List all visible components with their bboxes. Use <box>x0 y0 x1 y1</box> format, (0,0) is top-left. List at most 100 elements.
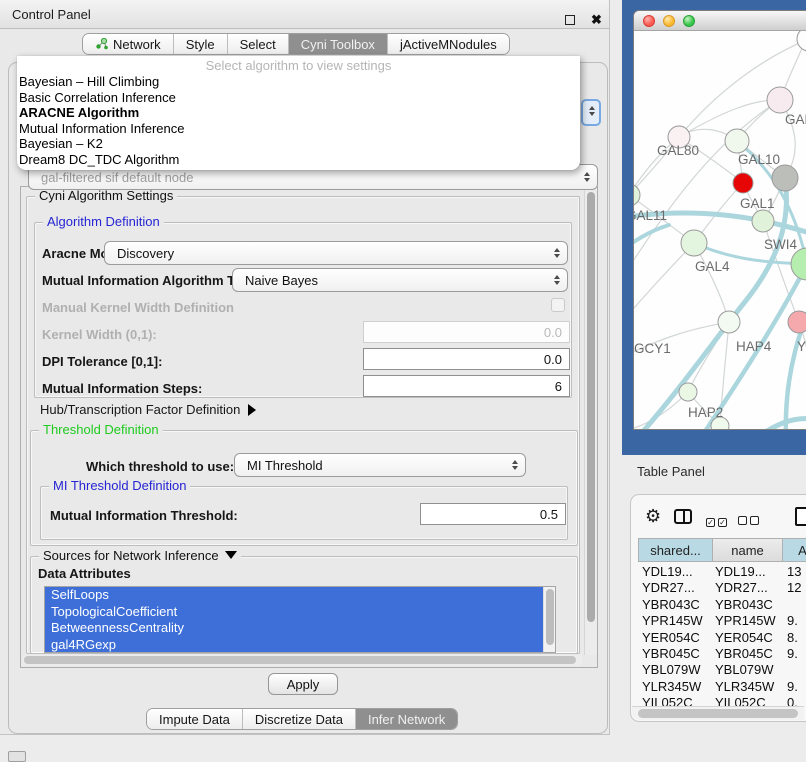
window-close-icon[interactable] <box>643 15 655 27</box>
network-node-gal4[interactable] <box>681 230 707 256</box>
dpi-tolerance-input[interactable] <box>363 348 570 370</box>
cell-value: 9. <box>782 679 806 695</box>
tab-jactivemnodules[interactable]: jActiveMNodules <box>388 34 509 54</box>
cell-name: YBL079W <box>712 662 782 678</box>
close-icon[interactable]: ✖ <box>591 12 602 28</box>
algorithm-combo-button-fragment[interactable] <box>581 99 601 126</box>
data-attributes-label: Data Attributes <box>38 566 131 581</box>
network-window-titlebar[interactable] <box>634 11 806 31</box>
cell-name: YER054C <box>712 630 782 646</box>
mi-threshold-input[interactable] <box>420 503 566 525</box>
float-window-icon[interactable] <box>565 15 575 25</box>
manual-kernel-width-label: Manual Kernel Width Definition <box>42 300 234 315</box>
tab-cyni-toolbox[interactable]: Cyni Toolbox <box>289 34 388 54</box>
bottom-left-button-fragment[interactable] <box>8 751 26 762</box>
cell-name: YPR145W <box>712 613 782 629</box>
table-row[interactable]: YPR145W YPR145W 9. <box>638 613 806 629</box>
manual-kernel-width-checkbox[interactable] <box>551 298 565 312</box>
network-node-hap4[interactable] <box>718 311 740 333</box>
cell-shared-name: YBL079W <box>638 662 712 678</box>
tab-network[interactable]: Network <box>83 34 174 54</box>
tab-select[interactable]: Select <box>228 34 289 54</box>
network-node[interactable] <box>797 31 806 51</box>
mi-steps-input[interactable] <box>363 375 570 397</box>
settings-horizontal-scrollbar[interactable] <box>22 655 582 666</box>
menu-item-bayesian-k2[interactable]: Bayesian – K2 <box>17 136 580 152</box>
list-item-topologicalcoefficient[interactable]: TopologicalCoefficient <box>45 604 543 621</box>
column-header-shared-name[interactable]: shared... <box>638 538 713 562</box>
cell-name: YDR27... <box>712 580 782 596</box>
cell-name: YLR345W <box>712 679 782 695</box>
cell-value: 13 <box>782 564 806 580</box>
menu-item-dream8[interactable]: Dream8 DC_TDC Algorithm <box>17 152 580 168</box>
tab-infer-network[interactable]: Infer Network <box>356 709 457 729</box>
list-item-gal4rgexp[interactable]: gal4RGexp <box>45 637 543 654</box>
tab-impute-data[interactable]: Impute Data <box>147 709 243 729</box>
network-node[interactable] <box>752 210 774 232</box>
network-node[interactable] <box>791 248 806 280</box>
list-item-selfloops[interactable]: SelfLoops <box>45 587 543 604</box>
table-row[interactable]: YBR043C YBR043C <box>638 597 806 613</box>
tab-discretize-data[interactable]: Discretize Data <box>243 709 356 729</box>
cell-name: YBR045C <box>712 646 782 662</box>
expand-arrow-icon[interactable] <box>248 404 256 416</box>
table-row[interactable]: YDR27... YDR27... 12 <box>638 580 806 596</box>
control-panel-tabbar: Network Style Select Cyni Toolbox jActiv… <box>82 33 510 55</box>
dpi-tolerance-label: DPI Tolerance [0,1]: <box>42 354 162 369</box>
tab-impute-data-label: Impute Data <box>159 712 230 727</box>
table-row[interactable]: YBR045C YBR045C 9. <box>638 646 806 662</box>
table-row[interactable]: YER054C YER054C 8. <box>638 630 806 646</box>
menu-item-basic-correlation[interactable]: Basic Correlation Inference <box>17 90 580 106</box>
tab-style[interactable]: Style <box>174 34 228 54</box>
network-node-gal1[interactable] <box>733 173 753 193</box>
control-panel-title: Control Panel <box>12 7 91 22</box>
unchecked-box-icon <box>750 516 759 525</box>
aracne-mode-combo[interactable]: Discovery <box>104 241 568 265</box>
network-node-hap2[interactable] <box>679 383 697 401</box>
window-minimize-icon[interactable] <box>663 15 675 27</box>
menu-item-aracne[interactable]: ARACNE Algorithm <box>17 105 580 121</box>
network-node[interactable] <box>772 165 798 191</box>
columns-icon[interactable] <box>674 509 692 524</box>
settings-vertical-scrollbar[interactable] <box>584 187 597 655</box>
sources-group-title[interactable]: Sources for Network Inference <box>39 548 241 563</box>
cell-name: YDL19... <box>712 564 782 580</box>
table-row[interactable]: YDL19... YDL19... 13 <box>638 564 806 580</box>
table-row[interactable]: YBL079W YBL079W <box>638 662 806 678</box>
node-label: SWI4 <box>764 237 797 252</box>
table-row[interactable]: YLR345W YLR345W 9. <box>638 679 806 695</box>
hub-definition-toggle[interactable]: Hub/Transcription Factor Definition <box>40 402 256 417</box>
cell-shared-name: YPR145W <box>638 613 712 629</box>
select-all-checkboxes-icon[interactable]: ✓✓ <box>706 512 730 530</box>
list-item-betweennesscentrality[interactable]: BetweennessCentrality <box>45 620 543 637</box>
table-header-row: shared... name A <box>638 538 806 562</box>
network-node[interactable] <box>788 311 806 333</box>
column-header-partial[interactable]: A <box>783 538 806 562</box>
network-node[interactable] <box>725 129 749 153</box>
which-threshold-combo[interactable]: MI Threshold <box>234 453 526 477</box>
network-canvas[interactable]: GAL GAL80 GAL10 GAL1 SWI4 GAL11 GAL4 GCY… <box>634 31 806 429</box>
kernel-width-input[interactable] <box>363 321 570 343</box>
deselect-all-checkboxes-icon[interactable] <box>738 512 762 530</box>
menu-item-bayesian-hill-climbing[interactable]: Bayesian – Hill Climbing <box>17 74 580 90</box>
mi-algorithm-type-combo[interactable]: Naive Bayes <box>232 268 568 292</box>
tab-discretize-data-label: Discretize Data <box>255 712 343 727</box>
table-panel-title: Table Panel <box>637 464 705 479</box>
table-horizontal-scrollbar[interactable] <box>632 706 804 720</box>
collapse-arrow-icon[interactable] <box>225 551 237 559</box>
document-icon[interactable] <box>795 507 806 526</box>
algorithm-definition-title: Algorithm Definition <box>43 214 164 229</box>
list-scrollbar[interactable] <box>543 587 555 652</box>
cell-shared-name: YBR045C <box>638 646 712 662</box>
cell-shared-name: YER054C <box>638 630 712 646</box>
column-header-name[interactable]: name <box>713 538 783 562</box>
menu-item-mutual-information[interactable]: Mutual Information Inference <box>17 121 580 137</box>
gear-icon[interactable]: ⚙ <box>645 506 661 527</box>
apply-button[interactable]: Apply <box>268 673 338 695</box>
cell-value: 9. <box>782 646 806 662</box>
window-zoom-icon[interactable] <box>683 15 695 27</box>
cell-shared-name: YDL19... <box>638 564 712 580</box>
aracne-mode-value: Discovery <box>117 246 174 261</box>
network-node[interactable] <box>767 87 793 113</box>
sources-group-title-text: Sources for Network Inference <box>43 548 219 563</box>
